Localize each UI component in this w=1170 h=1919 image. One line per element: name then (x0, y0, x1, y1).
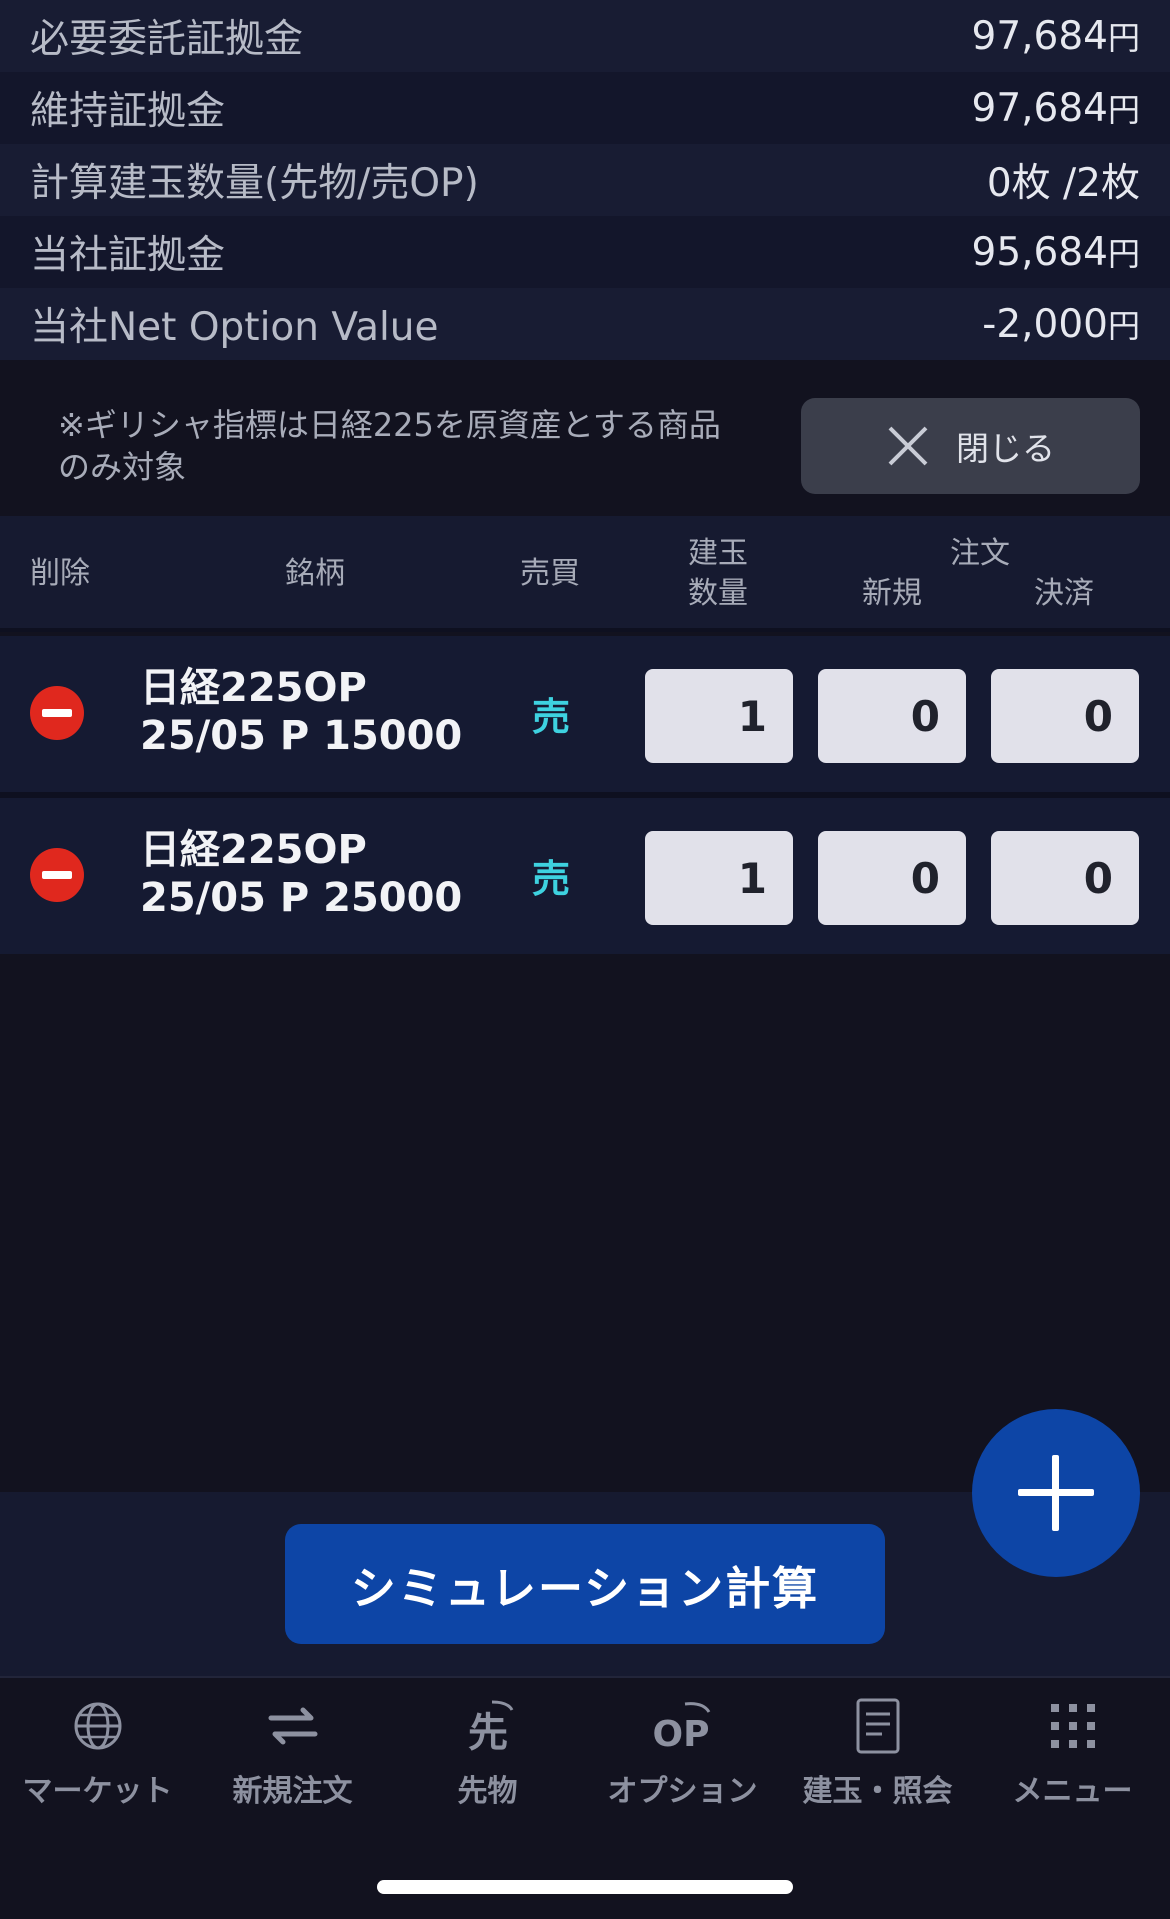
settle-qty-field[interactable]: 0 (991, 831, 1139, 925)
position-qty-field[interactable]: 1 (645, 669, 793, 763)
header-new: 新規 (862, 576, 922, 611)
delete-row-icon[interactable] (30, 848, 84, 902)
summary-value: 95,684円 (971, 230, 1140, 275)
home-indicator[interactable] (377, 1880, 793, 1894)
header-position-qty: 建玉 数量 (688, 536, 748, 611)
settle-qty-field[interactable]: 0 (991, 669, 1139, 763)
globe-icon (74, 1702, 121, 1750)
close-label: 閉じる (956, 429, 1055, 468)
margin-summary: 必要委託証拠金 97,684円 維持証拠金 97,684円 計算建玉数量(先物/… (0, 0, 1170, 360)
summary-row-company-margin: 当社証拠金 95,684円 (0, 216, 1170, 288)
positions-table-header: 削除 銘柄 売買 建玉 数量 注文 新規 決済 (0, 516, 1170, 632)
table-row: 日経225OP 25/05 P 25000 売 1 0 0 (0, 798, 1170, 954)
instrument-name: 日経225OP 25/05 P 25000 (140, 827, 463, 921)
table-row: 日経225OP 25/05 P 15000 売 1 0 0 (0, 636, 1170, 792)
close-button[interactable]: 閉じる (801, 398, 1140, 494)
summary-row-position-count: 計算建玉数量(先物/売OP) 0枚 /2枚 (0, 144, 1170, 216)
new-qty-field[interactable]: 0 (818, 831, 966, 925)
header-side: 売買 (520, 556, 580, 591)
greeks-note: ※ギリシャ指標は日経225を原資産とする商品 のみ対象 (58, 406, 721, 486)
header-symbol: 銘柄 (285, 556, 345, 591)
summary-row-maintenance-margin: 維持証拠金 97,684円 (0, 72, 1170, 144)
position-qty-field[interactable]: 1 (645, 831, 793, 925)
side-label: 売 (531, 695, 570, 739)
tab-menu[interactable]: メニュー (975, 1696, 1170, 1810)
tab-futures[interactable]: 先 先物 (390, 1696, 585, 1810)
summary-label: 必要委託証拠金 (30, 17, 304, 62)
tab-option[interactable]: OP オプション (585, 1696, 780, 1810)
side-label: 売 (531, 857, 570, 901)
summary-label: 計算建玉数量(先物/売OP) (30, 161, 479, 206)
option-op-icon: OP (653, 1702, 710, 1755)
simulate-button[interactable]: シミュレーション計算 (285, 1524, 885, 1644)
summary-label: 維持証拠金 (30, 89, 226, 134)
delete-row-icon[interactable] (30, 686, 84, 740)
swap-arrows-icon (268, 1707, 317, 1745)
summary-value: -2,000円 (982, 302, 1140, 347)
header-delete: 削除 (30, 556, 90, 591)
summary-label: 当社証拠金 (30, 233, 226, 278)
summary-value: 0枚 /2枚 (986, 161, 1140, 206)
add-position-button[interactable] (972, 1409, 1140, 1577)
summary-row-net-option-value: 当社Net Option Value -2,000円 (0, 288, 1170, 360)
svg-text:先: 先 (468, 1710, 508, 1756)
summary-value: 97,684円 (971, 86, 1140, 131)
header-order: 注文 (950, 536, 1010, 571)
greeks-note-area: ※ギリシャ指標は日経225を原資産とする商品 のみ対象 閉じる (0, 374, 1170, 516)
tab-positions[interactable]: 建玉・照会 (780, 1696, 975, 1810)
summary-value: 97,684円 (971, 14, 1140, 59)
header-settle: 決済 (1034, 576, 1094, 611)
tab-market[interactable]: マーケット (0, 1696, 195, 1810)
close-icon (888, 426, 928, 466)
futures-icon: 先 (468, 1700, 513, 1756)
instrument-name: 日経225OP 25/05 P 15000 (140, 665, 463, 759)
new-qty-field[interactable]: 0 (818, 669, 966, 763)
svg-text:OP: OP (653, 1714, 710, 1755)
summary-row-required-margin: 必要委託証拠金 97,684円 (0, 0, 1170, 72)
summary-label: 当社Net Option Value (30, 305, 439, 350)
tab-new-order[interactable]: 新規注文 (195, 1696, 390, 1810)
document-icon (856, 1698, 899, 1754)
grid-menu-icon (1050, 1704, 1095, 1748)
